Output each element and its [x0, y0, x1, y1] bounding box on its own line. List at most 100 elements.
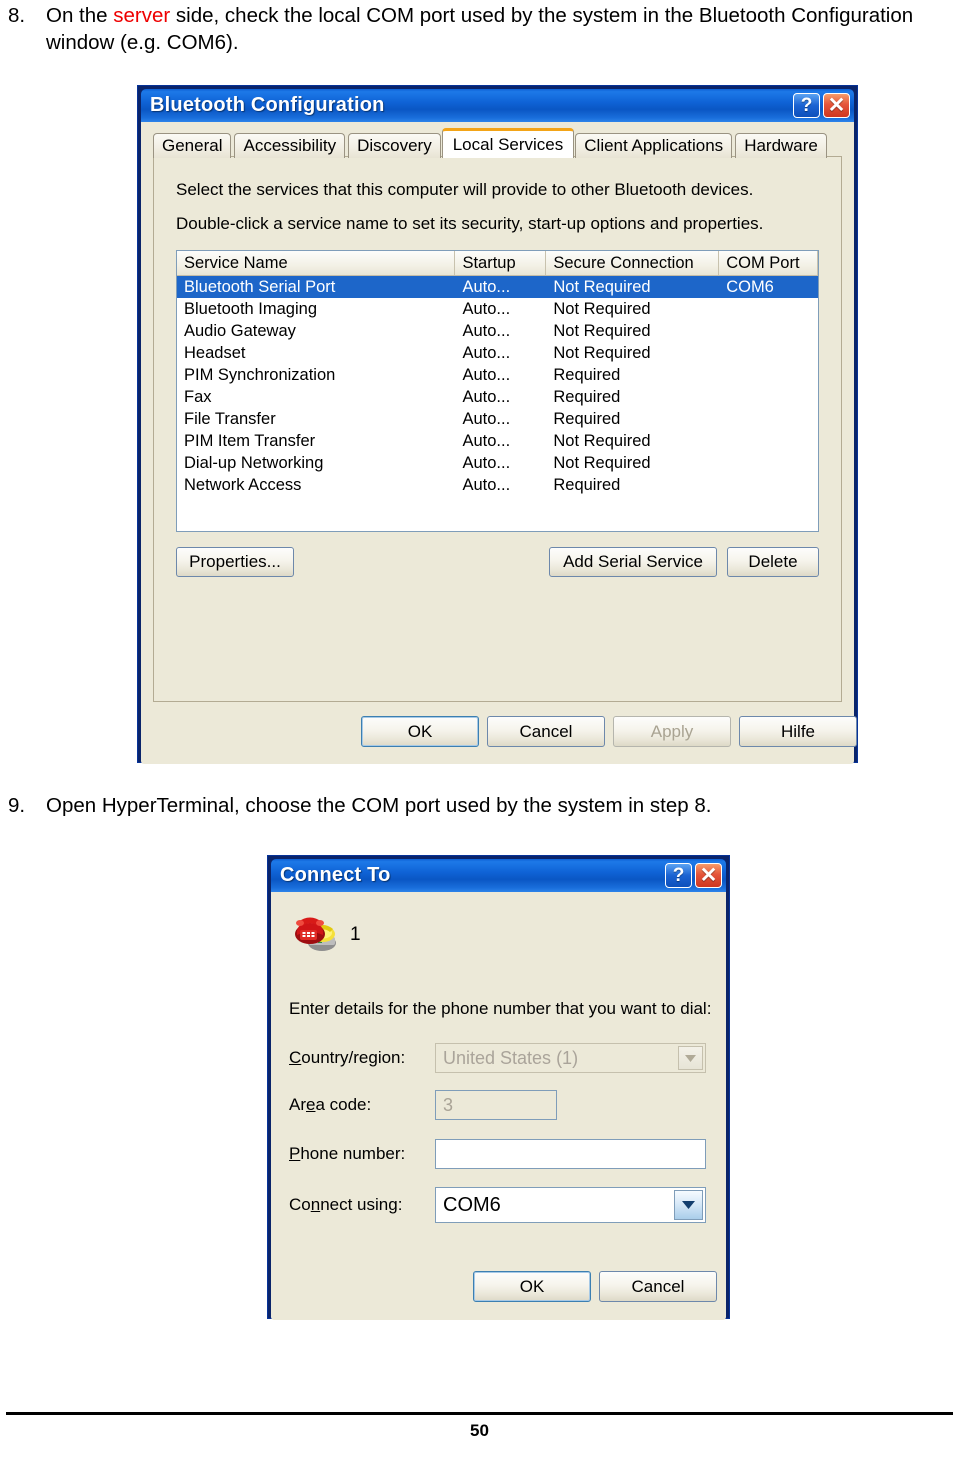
startup-cell: Auto...: [462, 277, 511, 296]
cancel-button-label: Cancel: [519, 721, 573, 741]
add-serial-service-button[interactable]: Add Serial Service: [549, 547, 717, 577]
service-name-cell: Bluetooth Imaging: [184, 299, 318, 318]
tab-discovery-label: Discovery: [357, 136, 432, 155]
startup-cell: Auto...: [462, 321, 511, 340]
service-name-cell: PIM Item Transfer: [184, 431, 316, 450]
column-header-secure-connection[interactable]: Secure Connection: [546, 251, 720, 275]
secure-connection-cell: Not Required: [553, 453, 651, 472]
startup-cell: Auto...: [462, 365, 511, 384]
tab-hardware[interactable]: Hardware: [735, 133, 827, 158]
bluetooth-dialog-caption-buttons: ? ✕: [793, 93, 850, 118]
startup-cell: Auto...: [462, 431, 511, 450]
ok-button[interactable]: OK: [361, 716, 479, 747]
startup-cell: Auto...: [462, 343, 511, 362]
service-name-cell: Audio Gateway: [184, 321, 296, 340]
connect-using-row: Connect using: COM6: [289, 1187, 706, 1223]
connect-to-titlebar[interactable]: Connect To ? ✕: [271, 859, 726, 892]
tab-accessibility-label: Accessibility: [243, 136, 337, 155]
phone-number-field[interactable]: [435, 1139, 706, 1169]
bluetooth-dialog-titlebar[interactable]: Bluetooth Configuration ? ✕: [141, 89, 854, 122]
chevron-down-icon[interactable]: [674, 1190, 703, 1220]
services-listview-header: Service Name Startup Secure Connection C…: [177, 251, 818, 276]
local-services-tab-page: Select the services that this computer w…: [153, 156, 842, 702]
connect-using-combobox[interactable]: COM6: [435, 1187, 706, 1223]
phone-number-label: Phone number:: [289, 1144, 406, 1163]
step-8-text-before: On the: [46, 4, 114, 27]
connect-using-label: Connect using:: [289, 1195, 403, 1214]
table-row[interactable]: Fax Auto... Required: [177, 386, 818, 408]
step-8-highlight: server: [113, 4, 171, 27]
table-row[interactable]: PIM Item Transfer Auto... Not Required: [177, 430, 818, 452]
close-icon[interactable]: ✕: [823, 93, 850, 118]
services-listview[interactable]: Service Name Startup Secure Connection C…: [176, 250, 819, 532]
startup-cell: Auto...: [462, 299, 511, 318]
secure-connection-cell: Required: [553, 409, 621, 428]
secure-connection-cell: Not Required: [553, 321, 651, 340]
bluetooth-configuration-dialog: Bluetooth Configuration ? ✕ General Acce…: [137, 85, 858, 764]
table-row[interactable]: Headset Auto... Not Required: [177, 342, 818, 364]
tab-accessibility[interactable]: Accessibility: [234, 133, 346, 158]
service-name-cell: Network Access: [184, 475, 302, 494]
connect-using-value: COM6: [443, 1193, 501, 1216]
chevron-down-icon[interactable]: [678, 1046, 703, 1070]
step-8-text: On the server side, check the local COM …: [46, 2, 948, 56]
table-row[interactable]: Network Access Auto... Required: [177, 474, 818, 496]
tab-client-applications-label: Client Applications: [584, 136, 724, 155]
hilfe-button[interactable]: Hilfe: [739, 716, 857, 747]
secure-connection-cell: Required: [553, 475, 621, 494]
step-8-text-after: side, check the local COM port used by t…: [46, 4, 914, 54]
country-region-combobox[interactable]: United States (1): [435, 1043, 706, 1073]
close-icon[interactable]: ✕: [695, 863, 722, 888]
ok-button-label: OK: [519, 1276, 545, 1296]
table-row[interactable]: Bluetooth Imaging Auto... Not Required: [177, 298, 818, 320]
area-code-label: Area code:: [289, 1095, 372, 1114]
connection-identity: 1: [294, 910, 361, 959]
bluetooth-dialog-footer-buttons: OK Cancel Apply Hilfe: [153, 716, 857, 748]
footer-divider: [6, 1412, 953, 1415]
service-name-cell: Bluetooth Serial Port: [184, 277, 336, 296]
cancel-button-label: Cancel: [631, 1276, 685, 1296]
area-code-field[interactable]: 3: [435, 1090, 557, 1120]
cancel-button[interactable]: Cancel: [599, 1271, 717, 1302]
tab-general-label: General: [162, 136, 223, 155]
startup-cell: Auto...: [462, 453, 511, 472]
service-name-cell: Fax: [184, 387, 212, 406]
secure-connection-cell: Not Required: [553, 431, 651, 450]
connect-to-body: 1 Enter details for the phone number tha…: [271, 892, 726, 1320]
step-8-number: 8.: [8, 4, 26, 27]
delete-button[interactable]: Delete: [727, 547, 819, 577]
apply-button: Apply: [613, 716, 731, 747]
service-name-cell: Dial-up Networking: [184, 453, 324, 472]
cancel-button[interactable]: Cancel: [487, 716, 605, 747]
service-name-cell: Headset: [184, 343, 246, 362]
connect-to-caption-buttons: ? ✕: [665, 863, 722, 888]
help-glyph: ?: [672, 864, 685, 886]
table-row[interactable]: Audio Gateway Auto... Not Required: [177, 320, 818, 342]
tab-local-services[interactable]: Local Services: [441, 128, 575, 158]
help-icon[interactable]: ?: [793, 93, 820, 118]
help-icon[interactable]: ?: [665, 863, 692, 888]
bluetooth-dialog-title: Bluetooth Configuration: [150, 94, 385, 116]
startup-cell: Auto...: [462, 409, 511, 428]
ok-button[interactable]: OK: [473, 1271, 591, 1302]
table-row[interactable]: PIM Synchronization Auto... Required: [177, 364, 818, 386]
tab-general[interactable]: General: [153, 133, 232, 158]
phone-number-row: Phone number:: [289, 1138, 706, 1170]
connect-to-title: Connect To: [280, 864, 391, 886]
connect-to-dialog: Connect To ? ✕ 1 Enter details for the p…: [267, 855, 730, 1320]
table-row[interactable]: Bluetooth Serial Port Auto... Not Required…: [177, 276, 818, 298]
tab-discovery[interactable]: Discovery: [348, 133, 441, 158]
tab-client-applications[interactable]: Client Applications: [575, 133, 733, 158]
column-header-service-name[interactable]: Service Name: [177, 251, 456, 275]
country-region-row: Country/region: United States (1): [289, 1042, 706, 1074]
secure-connection-cell: Not Required: [553, 299, 651, 318]
column-header-startup[interactable]: Startup: [455, 251, 547, 275]
table-row[interactable]: Dial-up Networking Auto... Not Required: [177, 452, 818, 474]
properties-button[interactable]: Properties...: [176, 547, 294, 577]
country-region-label: Country/region:: [289, 1048, 406, 1067]
country-region-label-rest: ountry/region:: [301, 1048, 406, 1067]
column-header-com-port[interactable]: COM Port: [719, 251, 818, 275]
hilfe-button-label: Hilfe: [780, 721, 815, 741]
connection-name: 1: [350, 923, 361, 945]
table-row[interactable]: File Transfer Auto... Required: [177, 408, 818, 430]
